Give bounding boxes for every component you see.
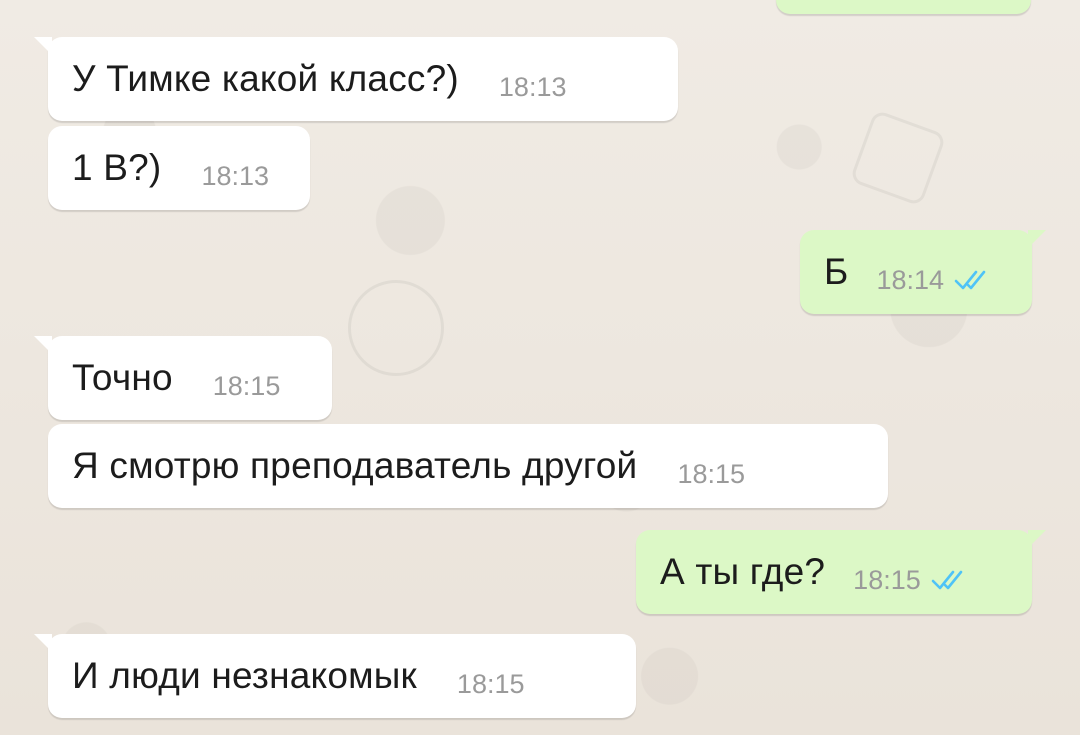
message-time: 18:15 (212, 370, 281, 401)
message-time: 18:13 (201, 160, 270, 191)
message-time: 18:15 (456, 668, 525, 699)
message-bubble-incoming[interactable]: Я смотрю преподаватель другой 18:15 (48, 424, 888, 508)
message-time: 18:13 (498, 71, 567, 102)
message-bubble-incoming[interactable]: И люди незнакомык 18:15 (34, 634, 636, 718)
message-text: И люди незнакомык (72, 655, 417, 696)
message-bubble-outgoing[interactable]: А ты где? 18:15 (636, 530, 1046, 614)
message-bubble-incoming[interactable]: У Тимке какой класс?) 18:13 (34, 37, 678, 121)
message-bubble-outgoing[interactable]: Б 18:14 (800, 230, 1046, 314)
previous-message-bubble[interactable] (776, 0, 1031, 14)
message-text: А ты где? (660, 551, 826, 592)
message-time: 18:15 (853, 564, 921, 595)
message-time: 18:15 (677, 458, 746, 489)
message-bubble-incoming[interactable]: 1 В?) 18:13 (48, 126, 310, 210)
double-check-icon (931, 552, 971, 592)
double-check-icon (954, 252, 994, 292)
message-text: 1 В?) (72, 147, 162, 188)
message-text: Я смотрю преподаватель другой (72, 445, 638, 486)
message-text: Точно (72, 357, 173, 398)
message-bubble-incoming[interactable]: Точно 18:15 (34, 336, 332, 420)
message-time: 18:14 (876, 264, 945, 295)
message-text: У Тимке какой класс?) (72, 58, 459, 99)
message-text: Б (824, 251, 849, 292)
